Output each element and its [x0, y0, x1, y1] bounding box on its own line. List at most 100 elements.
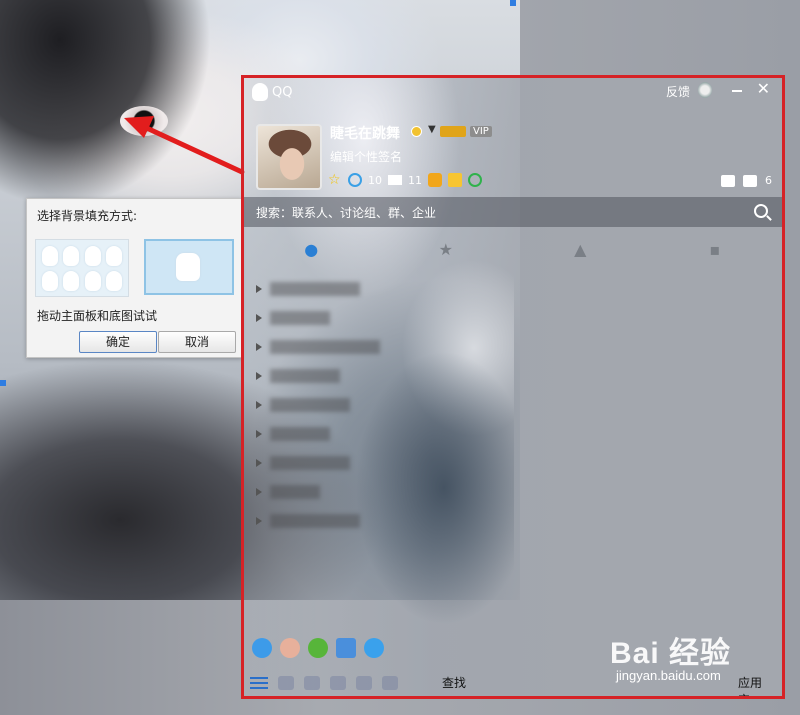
caret-right-icon	[256, 342, 262, 351]
star-icon: ★	[438, 239, 453, 259]
minimize-icon[interactable]	[732, 90, 742, 92]
qq-main-panel[interactable]: QQ 反馈 ✕ 睫毛在跳舞 ▼ VIP 编辑个性签名 ☆ 10 11 6 搜索：…	[241, 75, 785, 699]
tool-icon[interactable]	[356, 676, 372, 690]
selection-handle[interactable]	[0, 380, 6, 386]
avatar[interactable]	[256, 124, 322, 190]
watermark-url: jingyan.baidu.com	[616, 668, 721, 683]
medal-icon[interactable]	[698, 82, 712, 98]
star-icon[interactable]: ☆	[328, 173, 342, 187]
tab-favorites[interactable]: ★	[379, 231, 514, 267]
tab-messages[interactable]: ▪	[648, 231, 783, 267]
qq-penguin-icon	[252, 83, 268, 101]
tab-groups[interactable]: ▲	[513, 231, 648, 267]
penguin-icon	[106, 270, 123, 291]
caret-right-icon	[256, 284, 262, 293]
chevron-down-icon[interactable]: ▼	[428, 124, 436, 135]
graduation-cap-icon: ▲	[574, 239, 587, 259]
bottom-app-icons	[252, 638, 384, 658]
group-name-blurred	[270, 368, 340, 383]
penguin-icon	[84, 245, 101, 266]
search-bar[interactable]: 搜索：联系人、讨论组、群、企业	[244, 197, 782, 227]
contact-tabs: ● ★ ▲ ▪	[244, 231, 782, 267]
space-count: 10	[368, 173, 382, 187]
nickname[interactable]: 睫毛在跳舞	[330, 123, 400, 143]
stretch-fill-option[interactable]	[144, 239, 234, 295]
vip-badge[interactable]: VIP	[470, 126, 492, 137]
dialog-hint: 拖动主面板和底图试试	[37, 309, 158, 323]
music-icon[interactable]	[308, 638, 328, 658]
ok-button[interactable]: 确定	[79, 331, 157, 353]
caret-right-icon	[256, 516, 262, 525]
caret-right-icon	[256, 429, 262, 438]
message-box-icon[interactable]	[743, 174, 757, 187]
status-icon[interactable]	[411, 126, 422, 137]
skin-count: 6	[765, 174, 772, 187]
caret-right-icon	[256, 400, 262, 409]
title-bar: QQ	[252, 83, 292, 101]
space-icon[interactable]	[348, 173, 362, 187]
right-tools: 6	[721, 174, 772, 187]
weiyun-icon[interactable]	[252, 638, 272, 658]
app-box-button[interactable]: 应用宝	[738, 674, 770, 696]
chat-bubble-icon: ▪	[709, 239, 721, 259]
contact-group[interactable]	[256, 448, 380, 477]
close-icon[interactable]: ✕	[757, 79, 770, 98]
weiyun-icon[interactable]	[468, 173, 482, 187]
baidu-watermark: Bai 经验	[610, 637, 732, 670]
tool-icon[interactable]	[304, 676, 320, 690]
menu-icon[interactable]	[250, 677, 268, 689]
tab-contacts[interactable]: ●	[244, 231, 379, 267]
penguin-icon	[41, 245, 58, 266]
svip-badge-icon[interactable]	[440, 126, 466, 137]
qq-penguin-icon[interactable]	[364, 638, 384, 658]
tool-icon[interactable]	[382, 676, 398, 690]
penguin-icon	[176, 253, 200, 281]
fill-mode-dialog: 选择背景填充方式: 拖动主面板和底图试试 确定 取消	[26, 198, 242, 358]
cloud-icon[interactable]	[336, 638, 356, 658]
penguin-icon	[84, 270, 101, 291]
contact-group-list	[256, 274, 380, 535]
tool-icon[interactable]	[278, 676, 294, 690]
group-name-blurred	[270, 310, 330, 325]
game-icon[interactable]	[428, 173, 442, 187]
shop-icon[interactable]	[448, 173, 462, 187]
contact-group[interactable]	[256, 390, 380, 419]
penguin-icon	[106, 245, 123, 266]
penguin-icon	[41, 270, 58, 291]
feedback-button[interactable]: 反馈	[666, 83, 690, 100]
search-input[interactable]: 搜索：联系人、讨论组、群、企业	[256, 204, 436, 221]
group-name-blurred	[270, 513, 360, 528]
contacts-icon: ●	[304, 239, 319, 259]
find-button[interactable]: 查找	[442, 674, 466, 691]
group-name-blurred	[270, 484, 320, 499]
group-name-blurred	[270, 339, 380, 354]
friend-app-icon[interactable]	[280, 638, 300, 658]
signature-field[interactable]: 编辑个性签名	[330, 148, 402, 165]
group-name-blurred	[270, 426, 330, 441]
skin-icon[interactable]	[721, 174, 735, 187]
contact-group[interactable]	[256, 506, 380, 535]
caret-right-icon	[256, 371, 262, 380]
penguin-icon	[63, 270, 80, 291]
search-icon[interactable]	[754, 204, 768, 218]
caret-right-icon	[256, 313, 262, 322]
tool-icon[interactable]	[330, 676, 346, 690]
dialog-title: 选择背景填充方式:	[37, 209, 138, 223]
group-name-blurred	[270, 281, 360, 296]
contact-group[interactable]	[256, 332, 380, 361]
contact-group[interactable]	[256, 361, 380, 390]
mail-icon[interactable]	[388, 175, 402, 185]
group-name-blurred	[270, 397, 350, 412]
tile-fill-option[interactable]	[35, 239, 129, 297]
contact-group[interactable]	[256, 303, 380, 332]
group-name-blurred	[270, 455, 350, 470]
red-arrow-annotation	[124, 116, 245, 175]
contact-group[interactable]	[256, 477, 380, 506]
contact-group[interactable]	[256, 274, 380, 303]
caret-right-icon	[256, 458, 262, 467]
caret-right-icon	[256, 487, 262, 496]
cancel-button[interactable]: 取消	[158, 331, 236, 353]
status-icons-row: ☆ 10 11	[328, 173, 482, 187]
contact-group[interactable]	[256, 419, 380, 448]
selection-handle[interactable]	[510, 0, 516, 6]
